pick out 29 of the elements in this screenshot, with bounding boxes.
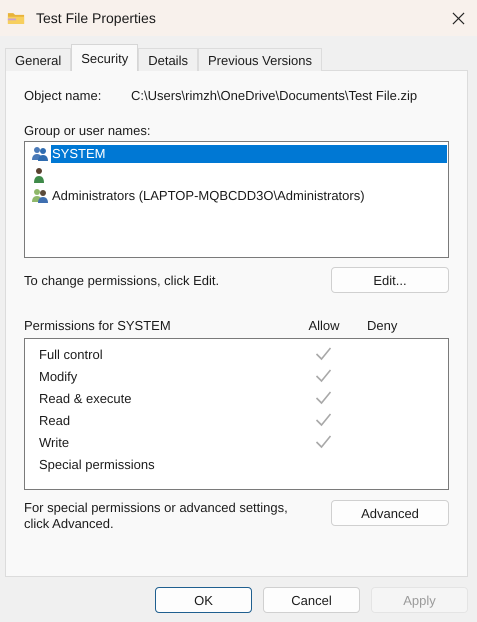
- permission-name: Write: [39, 434, 70, 450]
- window-title: Test File Properties: [36, 10, 157, 26]
- users-icon: [31, 188, 49, 204]
- permissions-label: Permissions for SYSTEM: [24, 318, 172, 333]
- users-icon: [31, 146, 49, 162]
- permission-name: Modify: [39, 368, 78, 384]
- group-label: Group or user names:: [24, 123, 152, 138]
- close-icon[interactable]: [452, 12, 465, 24]
- user-list-item[interactable]: Administrators (LAPTOP-MQBCDD3O\Administrators): [51, 186, 448, 204]
- user-list-item[interactable]: SYSTEM: [51, 144, 447, 162]
- permission-name: Read: [39, 412, 72, 428]
- dialog-button[interactable]: OK: [155, 587, 252, 613]
- deny-header: Deny: [366, 318, 398, 333]
- advanced-button[interactable]: Advanced: [331, 500, 449, 526]
- edit-hint: To change permissions, click Edit.: [24, 272, 220, 288]
- tab[interactable]: Security: [71, 44, 138, 71]
- edit-button[interactable]: Edit...: [331, 267, 449, 293]
- permission-name: Read & execute: [39, 390, 133, 406]
- tab[interactable]: General: [5, 48, 72, 71]
- folder-icon: [7, 10, 25, 26]
- permission-name: Full control: [39, 346, 104, 362]
- tab[interactable]: Details: [138, 48, 198, 71]
- object-name-label: Object name:: [24, 88, 102, 103]
- tab[interactable]: Previous Versions: [198, 48, 322, 71]
- advanced-hint: For special permissions or advanced settings, click Advanced.: [24, 500, 289, 532]
- allow-header: Allow: [307, 318, 341, 333]
- permission-name: Special permissions: [39, 456, 156, 472]
- object-path: C:\Users\rimzh\OneDrive\Documents\Test File.zip: [131, 88, 418, 103]
- dialog-button[interactable]: Cancel: [263, 587, 360, 613]
